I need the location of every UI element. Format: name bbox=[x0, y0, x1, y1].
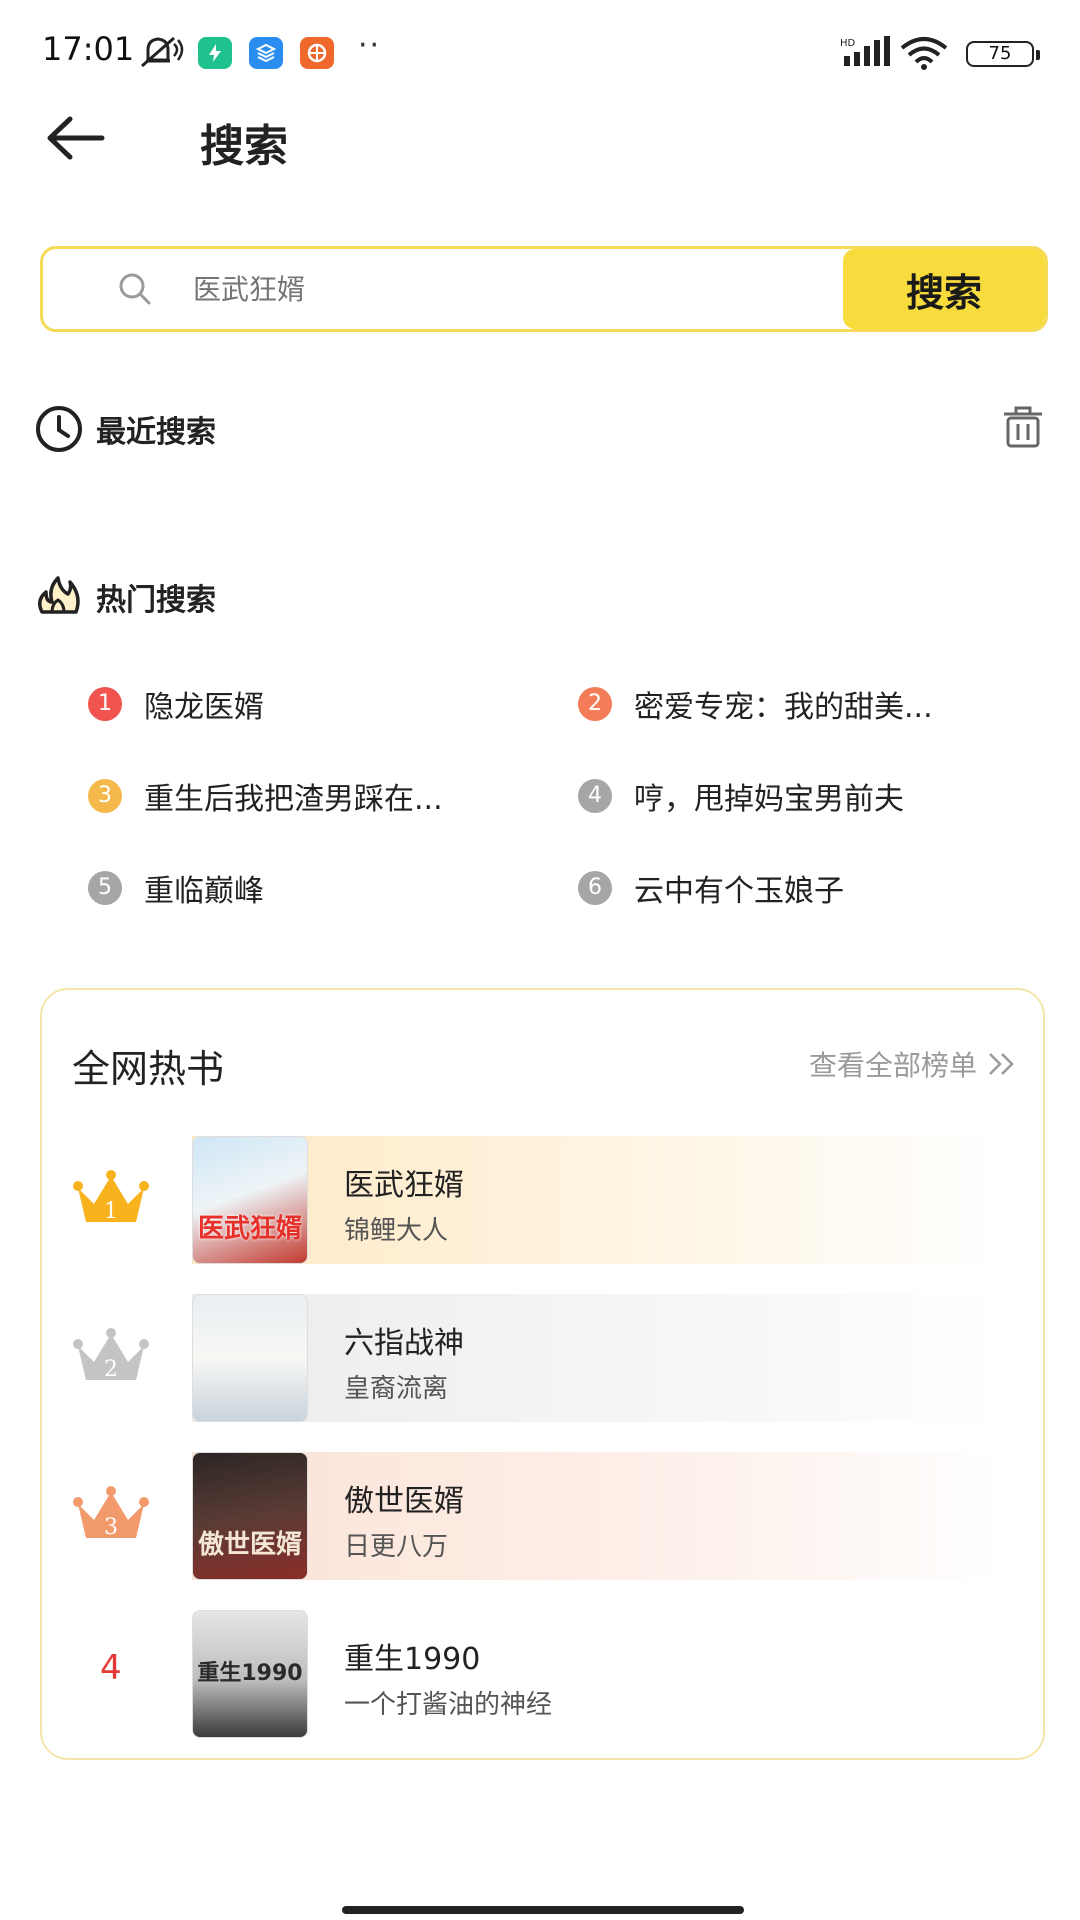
hot-rank-badge: 1 bbox=[88, 687, 122, 721]
battery-indicator: 75 bbox=[966, 41, 1040, 67]
hot-search-item[interactable]: 4 哼，甩掉妈宝男前夫 bbox=[578, 774, 904, 818]
app-notification-icon-orange bbox=[300, 37, 334, 69]
clear-history-button[interactable] bbox=[1000, 404, 1046, 450]
hot-search-title: 热门搜索 bbox=[96, 583, 216, 618]
hot-search-item[interactable]: 5 重临巅峰 bbox=[88, 866, 264, 910]
book-cover-title: 重生1990 bbox=[197, 1661, 303, 1686]
row-highlight bbox=[192, 1452, 1002, 1580]
book-author: 锦鲤大人 bbox=[344, 1216, 449, 1246]
hot-search-text: 哼，甩掉妈宝男前夫 bbox=[634, 782, 904, 817]
book-author: 日更八万 bbox=[344, 1532, 449, 1562]
view-all-label: 查看全部榜单 bbox=[808, 1049, 977, 1082]
app-notification-icon-blue bbox=[249, 37, 283, 69]
crown-silver-icon: 2 bbox=[73, 1328, 149, 1382]
back-button[interactable] bbox=[46, 113, 106, 163]
flame-icon bbox=[38, 576, 80, 614]
book-title: 六指战神 bbox=[344, 1326, 464, 1361]
book-cover[interactable] bbox=[192, 1294, 308, 1422]
recent-search-title: 最近搜索 bbox=[96, 415, 216, 450]
hot-search-text: 重临巅峰 bbox=[144, 874, 264, 909]
book-author: 一个打酱油的神经 bbox=[344, 1690, 553, 1720]
svg-text:HD: HD bbox=[840, 38, 856, 49]
hot-rank-badge: 5 bbox=[88, 871, 122, 905]
hot-rank-badge: 3 bbox=[88, 779, 122, 813]
crown-gold-icon: 1 bbox=[73, 1170, 149, 1224]
crown-bronze-icon: 3 bbox=[73, 1486, 149, 1540]
status-more-indicator: ·· bbox=[358, 28, 382, 63]
book-title: 重生1990 bbox=[344, 1642, 481, 1677]
mute-icon bbox=[141, 36, 184, 68]
hot-search-item[interactable]: 6 云中有个玉娘子 bbox=[578, 866, 844, 910]
page-title: 搜索 bbox=[200, 121, 288, 172]
signal-icon: HD bbox=[840, 36, 890, 66]
rank-number: 4 bbox=[100, 1648, 122, 1688]
book-title: 医武狂婿 bbox=[344, 1168, 464, 1203]
book-author: 皇裔流离 bbox=[344, 1374, 449, 1404]
status-bar: 17:01 ·· HD 75 bbox=[0, 0, 1080, 105]
book-cover[interactable]: 重生1990 bbox=[192, 1610, 308, 1738]
book-row[interactable]: 1 医武狂婿 医武狂婿 锦鲤大人 bbox=[42, 1136, 1047, 1264]
app-notification-icon-green bbox=[198, 37, 232, 69]
book-cover[interactable]: 医武狂婿 bbox=[192, 1136, 308, 1264]
hot-search-item[interactable]: 2 密爱专宠：我的甜美... bbox=[578, 682, 933, 726]
hot-search-text: 隐龙医婿 bbox=[144, 690, 264, 725]
svg-text:1: 1 bbox=[104, 1199, 118, 1224]
book-cover-title: 傲世医婿 bbox=[197, 1530, 302, 1560]
hot-rank-badge: 2 bbox=[578, 687, 612, 721]
svg-text:3: 3 bbox=[104, 1515, 118, 1540]
status-time: 17:01 bbox=[42, 30, 135, 68]
search-button[interactable]: 搜索 bbox=[843, 249, 1045, 329]
hot-books-title: 全网热书 bbox=[72, 1047, 225, 1091]
home-indicator[interactable] bbox=[342, 1906, 744, 1914]
hot-search-text: 密爱专宠：我的甜美... bbox=[634, 690, 933, 725]
book-row[interactable]: 3 傲世医婿 傲世医婿 日更八万 bbox=[42, 1452, 1047, 1580]
hot-rank-badge: 4 bbox=[578, 779, 612, 813]
hot-search-text: 云中有个玉娘子 bbox=[634, 874, 844, 909]
hot-search-item[interactable]: 1 隐龙医婿 bbox=[88, 682, 264, 726]
search-bar: 搜索 bbox=[40, 246, 1048, 332]
book-title: 傲世医婿 bbox=[344, 1484, 464, 1519]
clock-icon bbox=[36, 406, 82, 452]
hot-search-item[interactable]: 3 重生后我把渣男踩在... bbox=[88, 774, 443, 818]
recent-search-header: 最近搜索 bbox=[34, 404, 216, 454]
svg-text:2: 2 bbox=[104, 1357, 118, 1382]
book-row[interactable]: 2 六指战神 皇裔流离 bbox=[42, 1294, 1047, 1422]
book-cover[interactable]: 傲世医婿 bbox=[192, 1452, 308, 1580]
hot-search-text: 重生后我把渣男踩在... bbox=[144, 782, 443, 817]
hot-search-header: 热门搜索 bbox=[34, 572, 216, 622]
book-cover-title: 医武狂婿 bbox=[197, 1214, 302, 1244]
row-highlight bbox=[192, 1294, 1002, 1422]
wifi-icon bbox=[900, 37, 948, 70]
view-all-rankings-link[interactable]: 查看全部榜单 bbox=[809, 1044, 1017, 1084]
double-chevron-right-icon bbox=[989, 1053, 1014, 1075]
hot-books-card: 全网热书 查看全部榜单 1 医武狂婿 医武狂婿 锦鲤大人 2 六指战神 皇裔流离… bbox=[40, 988, 1045, 1760]
search-icon bbox=[119, 273, 151, 305]
book-row[interactable]: 4 重生1990 重生1990 一个打酱油的神经 bbox=[42, 1610, 1047, 1738]
row-highlight bbox=[192, 1136, 1002, 1264]
hot-rank-badge: 6 bbox=[578, 871, 612, 905]
search-input[interactable] bbox=[191, 249, 881, 329]
